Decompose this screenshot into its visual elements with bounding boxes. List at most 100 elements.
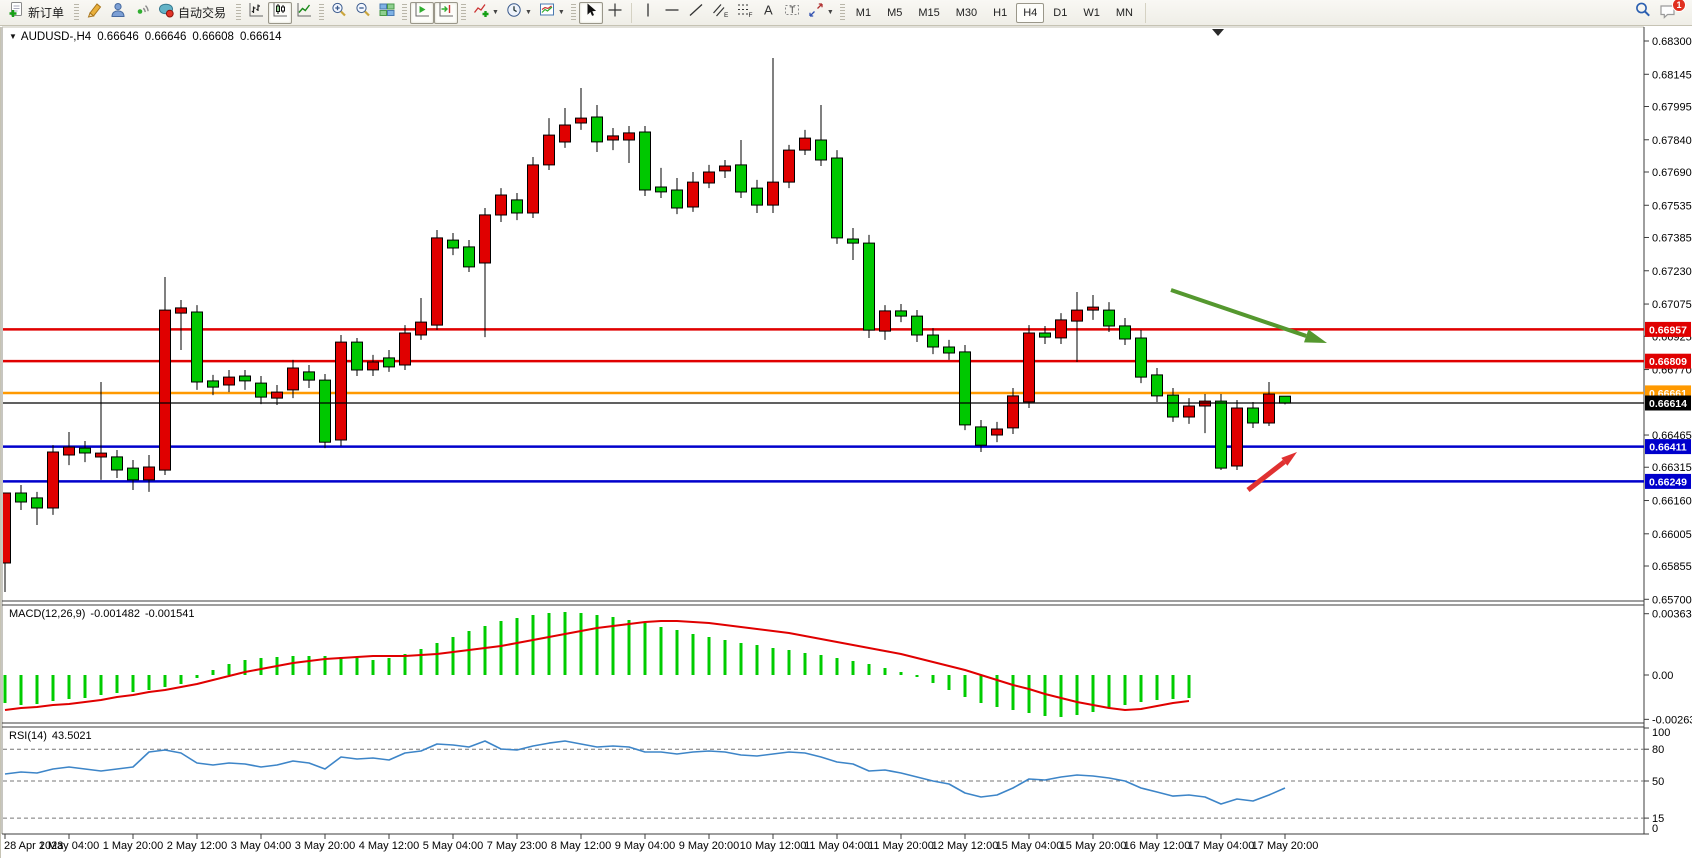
timeframe-mn[interactable]: MN xyxy=(1109,3,1140,23)
indicators-icon xyxy=(472,1,490,24)
zoom-out-icon xyxy=(354,1,372,24)
high-value: 0.66646 xyxy=(145,31,187,43)
profile-icon xyxy=(109,1,127,24)
signal-button[interactable] xyxy=(130,2,154,24)
time-axis[interactable] xyxy=(0,834,1692,859)
svg-text:A: A xyxy=(764,3,773,18)
templates-button[interactable]: ▼ xyxy=(535,2,568,24)
periods-button[interactable]: ▼ xyxy=(502,2,535,24)
cursor-icon xyxy=(582,1,600,24)
candlestick-chart-button[interactable] xyxy=(268,2,292,24)
arrows-button[interactable]: ▼ xyxy=(804,2,837,24)
timeframe-h1[interactable]: H1 xyxy=(986,3,1014,23)
crayon-icon xyxy=(85,1,103,24)
toolbar-grip xyxy=(74,4,79,22)
crayon-button[interactable] xyxy=(82,2,106,24)
candlestick-chart-icon xyxy=(271,1,289,24)
trendline-icon xyxy=(687,1,705,24)
rsi-name: RSI(14) xyxy=(9,730,47,742)
mt4-terminal: { "toolbar": { "new_order_label": "新订单",… xyxy=(0,0,1692,859)
toolbar-grip xyxy=(402,4,407,22)
timeframe-buttons: M1M5M15M30H1H4D1W1MN xyxy=(848,3,1141,23)
symbol-timeframe: AUDUSD-,H4 xyxy=(21,31,91,43)
search-button[interactable] xyxy=(1631,2,1655,24)
symbol-dropdown-icon: ▼ xyxy=(9,32,17,41)
chevron-down-icon: ▼ xyxy=(827,9,834,16)
horizontal-line-icon xyxy=(663,1,681,24)
rsi-pane[interactable] xyxy=(0,727,1644,834)
timeframe-m5[interactable]: M5 xyxy=(880,3,909,23)
svg-text:T: T xyxy=(789,5,795,15)
chevron-down-icon: ▼ xyxy=(492,9,499,16)
macd-signal-value: -0.001541 xyxy=(145,608,195,620)
text-label-button[interactable]: T xyxy=(780,2,804,24)
indicators-button[interactable]: ▼ xyxy=(469,2,502,24)
trendline-button[interactable] xyxy=(684,2,708,24)
new-order-label: 新订单 xyxy=(25,4,68,21)
zoom-in-icon xyxy=(330,1,348,24)
zoom-out-button[interactable] xyxy=(351,2,375,24)
crosshair-icon xyxy=(606,1,624,24)
svg-text:E: E xyxy=(724,12,729,19)
price-axis[interactable] xyxy=(1644,27,1692,834)
toolbar-grip xyxy=(236,4,241,22)
arrows-icon xyxy=(807,1,825,24)
auto-trading-icon xyxy=(157,1,175,24)
profile-button[interactable] xyxy=(106,2,130,24)
main-toolbar: 新订单 自动交易 xyxy=(0,0,1692,26)
macd-main-value: -0.001482 xyxy=(90,608,140,620)
chart-shift-icon xyxy=(437,1,455,24)
main-chart-pane[interactable] xyxy=(0,27,1644,601)
open-value: 0.66646 xyxy=(97,31,139,43)
channel-button[interactable]: E xyxy=(708,2,732,24)
timeframe-h4[interactable]: H4 xyxy=(1016,3,1044,23)
macd-pane[interactable] xyxy=(0,605,1644,723)
vertical-line-icon xyxy=(639,1,657,24)
text-button[interactable]: A xyxy=(756,2,780,24)
timeframe-m30[interactable]: M30 xyxy=(949,3,984,23)
new-order-button[interactable]: 新订单 xyxy=(4,2,71,24)
notifications-button[interactable]: 1 xyxy=(1655,2,1680,24)
svg-text:F: F xyxy=(748,12,752,19)
chevron-down-icon: ▼ xyxy=(525,9,532,16)
chevron-down-icon: ▼ xyxy=(558,9,565,16)
fibonacci-button[interactable]: F xyxy=(732,2,756,24)
templates-icon xyxy=(538,1,556,24)
channel-icon: E xyxy=(711,1,729,24)
zoom-in-button[interactable] xyxy=(327,2,351,24)
timeframe-m1[interactable]: M1 xyxy=(849,3,878,23)
macd-label: MACD(12,26,9) -0.001482 -0.001541 xyxy=(9,608,200,620)
horizontal-line-button[interactable] xyxy=(660,2,684,24)
timeframe-m15[interactable]: M15 xyxy=(911,3,946,23)
tile-windows-button[interactable] xyxy=(375,2,399,24)
toolbar-separator xyxy=(631,3,632,23)
chart-shift-button[interactable] xyxy=(434,2,458,24)
vertical-line-button[interactable] xyxy=(636,2,660,24)
crosshair-button[interactable] xyxy=(603,2,627,24)
bar-chart-button[interactable] xyxy=(244,2,268,24)
rsi-label: RSI(14) 43.5021 xyxy=(9,730,97,742)
toolbar-grip xyxy=(840,4,845,22)
auto-scroll-button[interactable] xyxy=(410,2,434,24)
auto-scroll-icon xyxy=(413,1,431,24)
toolbar-grip xyxy=(319,4,324,22)
new-order-icon xyxy=(7,1,25,24)
text-icon: A xyxy=(759,1,777,24)
timeframe-w1[interactable]: W1 xyxy=(1076,3,1107,23)
chart-ohlc-header[interactable]: ▼AUDUSD-,H40.666460.666460.666080.66614 xyxy=(9,31,282,43)
periods-icon xyxy=(505,1,523,24)
cursor-button[interactable] xyxy=(579,2,603,24)
toolbar-grip xyxy=(571,4,576,22)
notification-badge: 1 xyxy=(1672,0,1686,12)
line-chart-button[interactable] xyxy=(292,2,316,24)
tile-windows-icon xyxy=(378,1,396,24)
toolbar-separator xyxy=(1145,3,1146,23)
toolbar-grip xyxy=(461,4,466,22)
timeframe-d1[interactable]: D1 xyxy=(1046,3,1074,23)
macd-name: MACD(12,26,9) xyxy=(9,608,85,620)
rsi-value: 43.5021 xyxy=(52,730,92,742)
auto-trading-button[interactable]: 自动交易 xyxy=(154,2,233,24)
auto-trading-label: 自动交易 xyxy=(175,4,230,21)
search-icon xyxy=(1634,1,1652,24)
line-chart-icon xyxy=(295,1,313,24)
